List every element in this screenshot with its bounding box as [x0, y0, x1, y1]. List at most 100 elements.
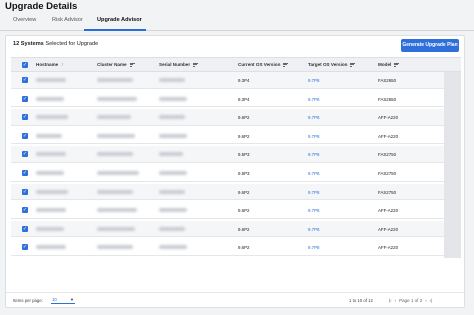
col-target-os[interactable]: Target OS Version — [308, 62, 356, 67]
hostname-redacted — [36, 245, 66, 250]
cluster-redacted — [97, 133, 135, 138]
target-os-cell[interactable]: 9.7P8 — [308, 227, 319, 232]
page-title: Upgrade Details — [5, 1, 78, 12]
target-os-cell[interactable]: 9.7P8 — [308, 171, 319, 176]
table-row[interactable]: ✓ 9.6P2 9.7P8 AFF-A220 — [11, 220, 461, 238]
hostname-redacted — [36, 226, 64, 231]
table-row[interactable]: ✓ 9.6P2 9.7P8 FAS2750 — [11, 183, 461, 201]
serial-redacted — [159, 226, 185, 231]
model-cell: FAS2750 — [378, 171, 397, 176]
cluster-redacted — [97, 152, 133, 157]
current-os-cell: 9.6P2 — [238, 115, 250, 121]
target-os-cell[interactable]: 9.7P8 — [308, 208, 319, 213]
last-page-icon[interactable]: ›| — [430, 298, 433, 303]
serial-redacted — [159, 208, 187, 213]
table-row[interactable]: ✓ 9.3P4 9.7P8 FAS2650 — [11, 72, 461, 89]
model-cell: AFF-A220 — [378, 245, 399, 251]
sort-arrow-icon[interactable]: ↑ — [61, 62, 63, 67]
selected-count: 12 Systems — [13, 41, 44, 47]
row-checkbox[interactable]: ✓ — [22, 95, 28, 102]
current-os-cell: 9.5P3 — [238, 152, 250, 158]
table-header: ✓ Hostname ↑ Cluster Name Serial Number C… — [11, 57, 461, 72]
tab-upgrade-advisor[interactable]: Upgrade Advisor — [97, 17, 142, 23]
current-os-cell: 9.6P2 — [238, 226, 250, 232]
target-os-cell[interactable]: 9.7P8 — [308, 152, 319, 157]
hostname-redacted — [36, 189, 68, 194]
first-page-icon[interactable]: |‹ — [389, 298, 392, 303]
row-checkbox[interactable]: ✓ — [22, 207, 28, 214]
row-checkbox[interactable]: ✓ — [22, 151, 28, 158]
filter-icon[interactable] — [129, 63, 135, 67]
row-checkbox[interactable]: ✓ — [22, 132, 28, 139]
serial-redacted — [159, 152, 183, 157]
hostname-redacted — [36, 208, 66, 213]
select-all-checkbox[interactable]: ✓ — [22, 62, 28, 68]
hostname-redacted — [36, 96, 64, 101]
table-row[interactable]: ✓ 9.6P2 9.7P8 AFF-A220 — [11, 109, 461, 126]
serial-redacted — [159, 245, 187, 250]
row-checkbox[interactable]: ✓ — [22, 170, 28, 176]
target-os-cell[interactable]: 9.7P8 — [308, 115, 319, 120]
row-checkbox[interactable]: ✓ — [22, 244, 28, 251]
col-cluster-name[interactable]: Cluster Name — [97, 62, 135, 67]
current-os-cell: 9.5P3 — [238, 171, 250, 176]
row-checkbox[interactable]: ✓ — [22, 188, 28, 195]
model-cell: FAS2650 — [378, 96, 397, 102]
current-os-cell: 9.6P2 — [238, 208, 250, 214]
hostname-redacted — [36, 152, 66, 157]
target-os-cell[interactable]: 9.7P8 — [308, 134, 319, 139]
model-cell: AFF-A220 — [378, 133, 399, 139]
row-checkbox[interactable]: ✓ — [22, 114, 28, 121]
current-os-cell: 9.3P4 — [238, 78, 250, 83]
filter-icon[interactable] — [350, 63, 356, 67]
table-row[interactable]: ✓ 9.6P2 9.7P8 AFF-A220 — [11, 128, 461, 145]
row-checkbox[interactable]: ✓ — [22, 225, 28, 232]
target-os-cell[interactable]: 9.7P8 — [308, 190, 319, 195]
table-row[interactable]: ✓ 9.6P2 9.7P8 AFF-A220 — [11, 202, 461, 219]
next-page-icon[interactable]: › — [425, 298, 427, 303]
cluster-redacted — [97, 189, 133, 194]
serial-redacted — [159, 171, 187, 175]
systems-card: 12 Systems Selected for Upgrade Generate… — [5, 35, 465, 308]
col-current-os[interactable]: Current OS Version — [238, 62, 289, 67]
tab-risk-advisor[interactable]: Risk Advisor — [52, 17, 83, 23]
filter-icon[interactable] — [193, 63, 199, 67]
table-footer: Items per page: 10 ▼ 1 to 10 of 12 |‹ ‹ P… — [6, 292, 464, 308]
current-os-cell: 9.6P2 — [238, 133, 250, 139]
selected-summary: 12 Systems Selected for Upgrade — [13, 41, 98, 47]
target-os-cell[interactable]: 9.7P8 — [308, 97, 319, 102]
row-checkbox[interactable]: ✓ — [22, 77, 28, 83]
table-row[interactable]: ✓ 9.3P4 9.7P8 FAS2650 — [11, 91, 461, 108]
col-model[interactable]: Model — [378, 62, 400, 67]
serial-redacted — [159, 96, 187, 101]
col-hostname[interactable]: Hostname ↑ — [36, 62, 64, 67]
cluster-redacted — [97, 208, 137, 213]
generate-upgrade-plan-button[interactable]: Generate Upgrade Plan — [401, 39, 459, 52]
filter-icon[interactable] — [394, 63, 400, 67]
range-text: 1 to 10 of 12 — [349, 298, 373, 303]
table-row[interactable]: ✓ 9.5P3 9.7P8 FAS2750 — [11, 165, 461, 182]
target-os-cell[interactable]: 9.7P8 — [308, 245, 319, 250]
scroll-strip[interactable] — [444, 72, 461, 258]
pagination: |‹ ‹ Page 1 of 2 › ›| — [389, 296, 432, 305]
filter-icon[interactable] — [283, 63, 289, 67]
serial-redacted — [159, 115, 185, 120]
hostname-redacted — [36, 171, 64, 175]
target-os-cell[interactable]: 9.7P8 — [308, 78, 319, 83]
tab-overview[interactable]: Overview — [13, 17, 36, 23]
hostname-redacted — [36, 115, 68, 120]
current-os-cell: 9.6P2 — [238, 245, 250, 251]
table-row[interactable]: ✓ 9.5P3 9.7P8 FAS2750 — [11, 146, 461, 164]
active-tab-indicator — [84, 29, 146, 31]
chevron-down-icon: ▼ — [70, 297, 74, 302]
prev-page-icon[interactable]: ‹ — [395, 298, 397, 303]
col-serial-number[interactable]: Serial Number — [159, 62, 199, 67]
current-os-cell: 9.3P4 — [238, 96, 250, 102]
serial-redacted — [159, 189, 185, 194]
page-text: Page 1 of 2 — [399, 298, 423, 303]
items-per-page-select[interactable]: 10 ▼ — [51, 296, 75, 304]
cluster-redacted — [97, 245, 133, 250]
table-row[interactable]: ✓ 9.6P2 9.7P8 AFF-A220 — [11, 239, 461, 257]
model-cell: FAS2750 — [378, 189, 397, 195]
model-cell: FAS2750 — [378, 152, 397, 158]
